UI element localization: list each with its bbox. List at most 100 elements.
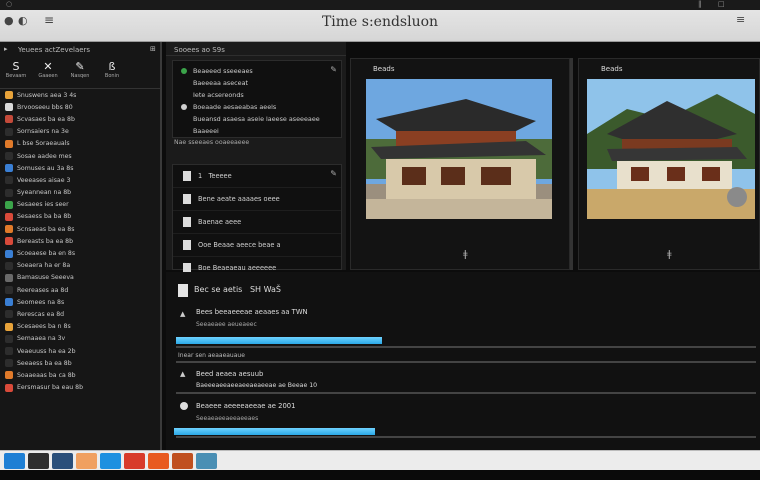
window-app-icon[interactable] xyxy=(52,452,73,469)
sidebar-item[interactable]: Bereasts ba ea 8b xyxy=(0,235,160,247)
sidebar-item[interactable]: Soeaera ha er 8a xyxy=(0,260,160,272)
sidebar-item-label: Sornsaiers na 3e xyxy=(17,128,69,136)
status-dot xyxy=(180,402,188,410)
sidebar-item[interactable]: Snuswens aea 3 4s xyxy=(0,89,160,101)
sidebar-header-text: Yeuees actZevelaers xyxy=(18,46,91,54)
store-app-icon[interactable] xyxy=(100,452,121,469)
sidebar-pin-icon[interactable]: ⊞ xyxy=(150,45,156,53)
sidebar-item-label: Brvooseeu bbs 80 xyxy=(17,103,73,111)
file-row[interactable]: Bene aeate aaaaes oeee xyxy=(173,188,341,211)
app-icon xyxy=(5,322,13,331)
window-title: Time s:endsluon xyxy=(321,14,439,30)
file-icon xyxy=(183,171,191,181)
sidebar-tool-3[interactable]: ß Bonin xyxy=(96,57,128,88)
app-icon xyxy=(5,261,13,270)
files-edit-icon[interactable]: ✎ xyxy=(330,169,337,178)
sidebar-item[interactable]: Sesaees ies seer xyxy=(0,199,160,211)
sidebar-item[interactable]: Somuses au 3a 8s xyxy=(0,162,160,174)
sidebar-item-label: Snuswens aea 3 4s xyxy=(17,91,77,99)
lower-row-1: Bees beeaeeeae aeaaes aa TWN xyxy=(196,308,308,316)
sidebar-item[interactable]: L bse Soraeauals xyxy=(0,138,160,150)
sidebar-item-label: Seeaess ba ea 8b xyxy=(17,359,72,367)
app-icon xyxy=(5,273,13,282)
file-row[interactable]: 1 Teeeee xyxy=(173,165,341,188)
sidebar-tool-1[interactable]: ✕ Gaaeen xyxy=(32,57,64,88)
sidebar-item[interactable]: Soaaeaas ba ca 8b xyxy=(0,369,160,381)
sidebar-toggle-icon[interactable]: ▸ xyxy=(4,45,8,53)
bullet-icon xyxy=(181,68,187,74)
sidebar-item[interactable]: Semaaea na 3v xyxy=(0,333,160,345)
sidebar-item[interactable]: Veaeuuss ha ea 2b xyxy=(0,345,160,357)
sidebar-item[interactable]: Bamasuse Seeeva xyxy=(0,272,160,284)
sidebar-item-label: Veaeuuss ha ea 2b xyxy=(17,347,76,355)
sidebar-item[interactable]: Seeaess ba ea 8b xyxy=(0,357,160,369)
card-edit-icon[interactable]: ✎ xyxy=(330,65,337,74)
menu-icon[interactable]: ≡ xyxy=(736,13,745,26)
sidebar-item-label: Scesaees ba n 8s xyxy=(17,323,71,331)
sidebar-item-label: L bse Soraeauals xyxy=(17,140,70,148)
office-app-icon[interactable] xyxy=(124,452,145,469)
app-icon xyxy=(5,212,13,221)
sidebar-item-label: Scoeaese ba en 8s xyxy=(17,250,76,258)
sidebar-item[interactable]: Scnsaeas ba ea 8s xyxy=(0,223,160,235)
sidebar-item-label: Syeannean na 8b xyxy=(17,189,72,197)
sidebar-item[interactable]: Brvooseeu bbs 80 xyxy=(0,101,160,113)
file-icon xyxy=(183,194,191,204)
sidebar-item[interactable]: Eersmasur ba eau 8b xyxy=(0,382,160,394)
sidebar-tool-icon: ✕ xyxy=(43,60,53,73)
sidebar-item[interactable]: Veeeases aisae 3 xyxy=(0,174,160,186)
sidebar-item[interactable]: Seomees na 8s xyxy=(0,296,160,308)
app-icon xyxy=(5,249,13,258)
slides-app-icon[interactable] xyxy=(148,452,169,469)
image-panel-2[interactable]: Beads ǂ xyxy=(578,58,760,270)
app-icon xyxy=(5,91,13,100)
image-1-info-icon[interactable]: ǂ xyxy=(463,249,468,260)
sidebar-item[interactable]: Sornsaiers na 3e xyxy=(0,126,160,138)
sidebar-tool-icon: ✎ xyxy=(75,60,85,73)
sidebar-toolbar: S Bevaam ✕ Gaaeen ✎ Nasqen ß Bonin xyxy=(0,57,160,89)
sidebar-item[interactable]: Scesaees ba n 8s xyxy=(0,321,160,333)
restore-icon[interactable]: □ xyxy=(718,0,725,8)
image-app-icon[interactable] xyxy=(76,452,97,469)
sidebar-item[interactable]: Scoeaese ba en 8s xyxy=(0,247,160,259)
explorer-app-icon[interactable] xyxy=(28,452,49,469)
monitor-app-icon[interactable] xyxy=(196,452,217,469)
lower-row-4: Baeeeaeeaeeaeeaeaeeae ae Beeae 10 xyxy=(196,382,318,389)
image-scrollbar[interactable] xyxy=(570,58,573,270)
sidebar-item-label: Bamasuse Seeeva xyxy=(17,274,74,282)
sidebar-item-label: Semaaea na 3v xyxy=(17,335,66,343)
sidebar-tool-icon: ß xyxy=(108,60,116,73)
sidebar-item-label: Scnsaeas ba ea 8s xyxy=(17,225,75,233)
sidebar-item[interactable]: Scvasaes ba ea 8b xyxy=(0,113,160,125)
app-icon xyxy=(5,334,13,343)
top-left-icon: ○ xyxy=(6,0,13,8)
section-divider: Nae sseeaes ooaeeaeee xyxy=(174,139,250,146)
app-icon xyxy=(5,127,13,136)
sidebar-tool-0[interactable]: S Bevaam xyxy=(0,57,32,88)
detail-line: Baeeeaa aseceat xyxy=(173,77,341,89)
sidebar-item[interactable]: Syeannean na 8b xyxy=(0,187,160,199)
minimize-icon[interactable]: ‖ xyxy=(698,0,702,8)
start-app-icon[interactable] xyxy=(4,452,25,469)
file-row[interactable]: Ooe Beaae aeece beae a xyxy=(173,234,341,257)
sidebar-item-label: Scvasaes ba ea 8b xyxy=(17,115,75,123)
files-card: ✎ 1 Teeeee Bene aeate aaaaes oeee Baenae a… xyxy=(172,164,342,280)
sidebar-tool-2[interactable]: ✎ Nasqen xyxy=(64,57,96,88)
details-list: Beaeeed sseeeaes Baeeeaa aseceat Iete acse… xyxy=(173,61,341,137)
detail-line: Baaeeei xyxy=(173,125,341,137)
sidebar-item[interactable]: Sesaess ba ba 8b xyxy=(0,211,160,223)
sidebar-item[interactable]: Reereases aa 8d xyxy=(0,284,160,296)
app-icon xyxy=(5,286,13,295)
file-label: Boe Beaeaeau aeeeeee xyxy=(198,264,277,272)
detail-text: Beaeeed sseeeaes xyxy=(193,67,253,75)
file-row[interactable]: Baenae aeee xyxy=(173,211,341,234)
sidebar-item[interactable]: Rerescas ea 8d xyxy=(0,308,160,320)
photo-app-icon[interactable] xyxy=(172,452,193,469)
image-panel-1[interactable]: Beads ǂ xyxy=(350,58,570,270)
app-icon xyxy=(5,176,13,185)
sidebar-item[interactable]: Sosae aadee mes xyxy=(0,150,160,162)
taskbar xyxy=(0,450,760,470)
cloud-icon-2: ▲ xyxy=(180,370,186,378)
image-2-info-icon[interactable]: ǂ xyxy=(667,249,672,260)
lower-title: Bec se aetis SH WaŠ xyxy=(194,285,281,294)
